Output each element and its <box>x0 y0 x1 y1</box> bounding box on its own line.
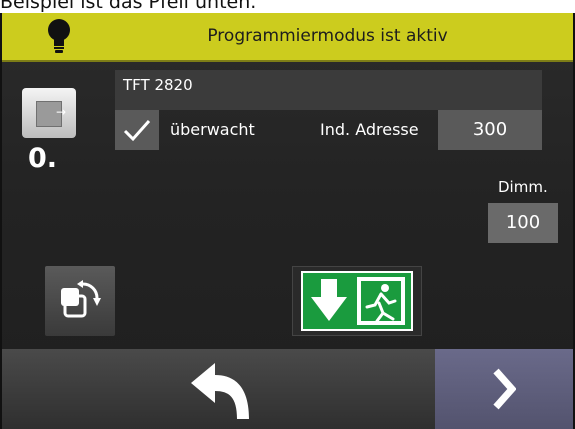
address-field[interactable]: 300 <box>438 110 542 150</box>
rotate-icon <box>61 280 101 318</box>
device-name-field[interactable]: TFT 2820 <box>115 70 542 110</box>
exit-sign-graphic <box>311 277 405 325</box>
address-label: Ind. Adresse <box>320 120 419 139</box>
programming-mode-title: Programmiermodus ist aktiv <box>207 26 448 46</box>
device-arrow: → <box>56 105 67 119</box>
monitored-checkbox[interactable] <box>115 110 159 150</box>
dimm-label: Dimm. <box>498 178 548 196</box>
monitored-label: überwacht <box>170 120 255 139</box>
device-number: 0. <box>28 143 58 174</box>
emergency-exit-device-icon[interactable]: → <box>22 88 76 138</box>
checkmark-icon <box>123 120 151 142</box>
navigation-bar <box>2 349 573 429</box>
device-name: TFT 2820 <box>123 76 193 94</box>
device-screen: Programmiermodus ist aktiv → 0. TFT 2820… <box>0 13 575 429</box>
lightbulb-icon <box>48 19 70 53</box>
rotate-button[interactable] <box>45 266 115 336</box>
back-button[interactable] <box>2 349 435 429</box>
exit-sign-button[interactable] <box>292 266 422 336</box>
chevron-right-icon <box>493 368 516 410</box>
dimm-field[interactable]: 100 <box>488 203 558 243</box>
caption-text: Beispiel ist das Pfeil unten. <box>0 0 257 13</box>
back-arrow-icon <box>191 363 249 419</box>
next-button[interactable] <box>435 349 573 429</box>
programming-mode-bar: Programmiermodus ist aktiv <box>2 13 573 62</box>
exit-sign-arrow-down-icon <box>301 271 413 331</box>
